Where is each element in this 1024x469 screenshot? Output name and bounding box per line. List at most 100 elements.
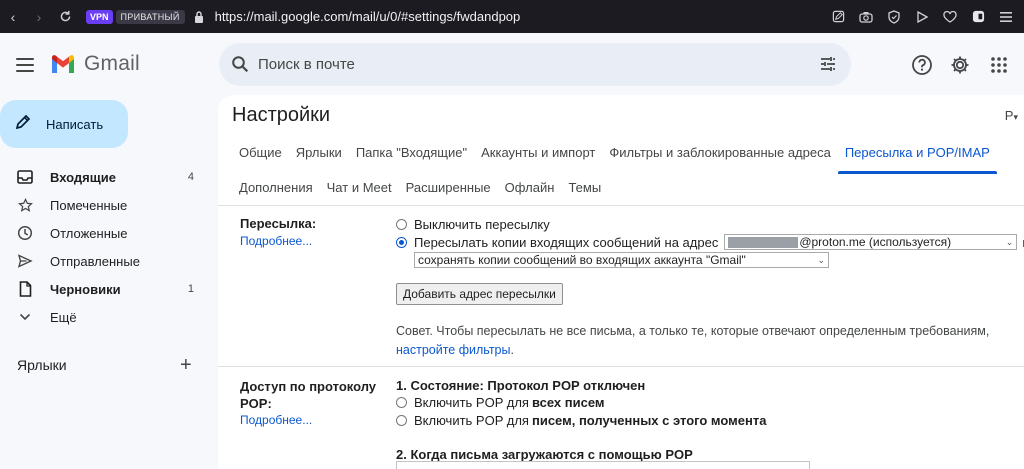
forwarding-learn-more-link[interactable]: Подробнее... — [240, 234, 312, 248]
divider — [218, 205, 1024, 206]
tab-chat-meet[interactable]: Чат и Meet — [320, 175, 399, 200]
sidebar-item-sent[interactable]: Отправленные — [0, 247, 210, 275]
add-label-icon[interactable]: + — [180, 354, 192, 377]
radio-pop-all[interactable] — [396, 397, 407, 408]
keep-copy-value: сохранять копии сообщений во входящих ак… — [418, 253, 746, 267]
sidebar-item-more[interactable]: Ещё — [0, 303, 210, 331]
settings-gear-icon[interactable] — [946, 51, 974, 79]
sidebar-item-snoozed[interactable]: Отложенные — [0, 219, 210, 247]
pop-learn-more-link[interactable]: Подробнее... — [240, 413, 312, 427]
search-input[interactable]: Поиск в почте — [258, 56, 355, 73]
play-icon[interactable] — [910, 0, 934, 33]
heart-icon[interactable] — [938, 0, 962, 33]
menu-icon[interactable] — [994, 0, 1018, 33]
pop-new-prefix: Включить POP для — [414, 413, 529, 428]
caret-down-icon: ▾ — [1013, 112, 1018, 122]
vpn-badge[interactable]: VPN — [86, 9, 113, 24]
main-menu-icon[interactable] — [12, 52, 38, 78]
keep-copy-row: сохранять копии сообщений во входящих ак… — [414, 252, 829, 268]
pop-status-title: 1. Состояние: Протокол POP отключен — [396, 378, 646, 393]
tab-inbox[interactable]: Папка "Входящие" — [349, 140, 474, 165]
pop-new-bold: писем, полученных с этого момента — [531, 413, 767, 428]
radio-pop-new[interactable] — [396, 415, 407, 426]
search-options-icon[interactable] — [819, 55, 837, 78]
tab-labels[interactable]: Ярлыки — [289, 140, 349, 165]
tab-advanced[interactable]: Расширенные — [399, 175, 498, 200]
inbox-icon — [15, 168, 35, 186]
forwarding-on-option[interactable]: Пересылать копии входящих сообщений на а… — [396, 234, 1024, 250]
pop-when-title: 2. Когда письма загружаются с помощью PO… — [396, 447, 693, 462]
gmail-m-icon — [52, 55, 74, 73]
back-icon[interactable]: ‹ — [0, 0, 26, 33]
forward-icon[interactable]: › — [26, 0, 52, 33]
app-name: Gmail — [84, 52, 140, 75]
search-icon[interactable] — [231, 55, 249, 78]
create-filters-link[interactable]: настройте фильтры — [396, 343, 510, 357]
sidebar-item-starred[interactable]: Помеченные — [0, 191, 210, 219]
tab-accounts[interactable]: Аккаунты и импорт — [474, 140, 602, 165]
sidebar-item-inbox[interactable]: Входящие 4 — [0, 163, 210, 191]
shield-icon[interactable] — [882, 0, 906, 33]
pop-new-option[interactable]: Включить POP для писем, полученных с это… — [396, 413, 766, 428]
sidebar-item-label: Помеченные — [50, 198, 128, 213]
tab-themes[interactable]: Темы — [561, 175, 608, 200]
sidebar-item-drafts[interactable]: Черновики 1 — [0, 275, 210, 303]
chevron-down-icon — [15, 308, 35, 326]
tab-general[interactable]: Общие — [232, 140, 289, 165]
settings-panel: Настройки Р▾ Общие Ярлыки Папка "Входящи… — [218, 95, 1024, 469]
tab-offline[interactable]: Офлайн — [498, 175, 562, 200]
add-forwarding-address-label: Добавить адрес пересылки — [403, 287, 556, 301]
search-bar[interactable]: Поиск в почте — [219, 43, 851, 86]
forwarding-tip: Совет. Чтобы пересылать не все письма, а… — [396, 324, 990, 338]
chevron-down-icon: ⌄ — [1005, 237, 1014, 247]
pop-action-select[interactable] — [396, 461, 810, 469]
sidebar-item-label: Ещё — [50, 310, 77, 325]
reload-icon[interactable] — [52, 0, 78, 33]
tip-end: . — [510, 343, 514, 357]
sidebar-item-label: Входящие — [50, 170, 116, 185]
help-icon[interactable] — [908, 51, 936, 79]
labels-heading: Ярлыки — [17, 357, 67, 373]
compose-button[interactable]: Написать — [0, 100, 128, 148]
divider — [218, 366, 1024, 367]
tab-filters[interactable]: Фильтры и заблокированные адреса — [602, 140, 837, 165]
send-icon — [15, 252, 35, 270]
edit-icon[interactable] — [826, 0, 850, 33]
keep-copy-select[interactable]: сохранять копии сообщений во входящих ак… — [414, 252, 829, 268]
forwarding-on-label: Пересылать копии входящих сообщений на а… — [414, 234, 719, 250]
pop-label: Доступ по протоколу POP: — [240, 378, 376, 412]
gmail-logo[interactable]: Gmail — [50, 52, 140, 76]
chevron-down-icon: ⌄ — [817, 255, 825, 265]
wallet-icon[interactable] — [966, 0, 990, 33]
tab-addons[interactable]: Дополнения — [232, 175, 320, 200]
add-forwarding-address-button[interactable]: Добавить адрес пересылки — [396, 283, 563, 305]
pop-all-bold: всех писем — [531, 395, 605, 410]
radio-forwarding-off[interactable] — [396, 219, 407, 230]
tab-forwarding-pop-imap[interactable]: Пересылка и POP/IMAP — [837, 140, 997, 174]
browser-toolbar: ‹ › VPN ПРИВАТНЫЙ https://mail.google.co… — [0, 0, 1024, 33]
star-icon — [15, 196, 35, 214]
sidebar-item-label: Черновики — [50, 282, 121, 297]
clock-icon — [15, 224, 35, 242]
input-language-button[interactable]: Р▾ — [1005, 108, 1018, 123]
sidebar-item-count: 4 — [187, 171, 194, 183]
lock-icon[interactable] — [193, 10, 205, 24]
draft-icon — [15, 280, 35, 298]
pop-label-line2: POP: — [240, 396, 272, 411]
sidebar-item-label: Отложенные — [50, 226, 128, 241]
address-bar[interactable]: https://mail.google.com/mail/u/0/#settin… — [215, 9, 521, 24]
pop-all-prefix: Включить POP для — [414, 395, 529, 410]
private-badge: ПРИВАТНЫЙ — [115, 9, 185, 24]
compose-label: Написать — [46, 116, 104, 132]
page-title: Настройки — [232, 104, 331, 126]
forward-address-select[interactable]: @proton.me (используется) ⌄ — [724, 234, 1018, 250]
radio-forwarding-on[interactable] — [396, 236, 407, 248]
camera-icon[interactable] — [854, 0, 878, 33]
apps-grid-icon[interactable] — [985, 51, 1013, 79]
forwarding-label: Пересылка: — [240, 216, 317, 231]
forwarding-off-option[interactable]: Выключить пересылку — [396, 217, 550, 232]
sidebar-item-label: Отправленные — [50, 254, 140, 269]
forwarding-off-label: Выключить пересылку — [414, 217, 550, 232]
redacted-email — [728, 236, 799, 248]
pop-all-option[interactable]: Включить POP для всех писем — [396, 395, 605, 410]
